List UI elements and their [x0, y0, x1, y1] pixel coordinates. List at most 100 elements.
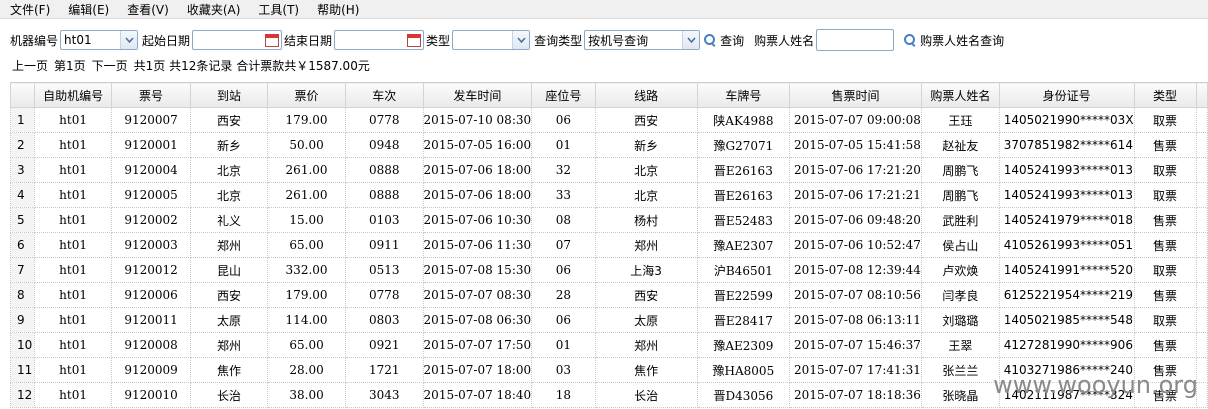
table-cell: 2015-07-07 15:46:37	[789, 332, 922, 358]
table-cell: 武胜利	[920, 207, 1000, 233]
table-cell: 取票	[1133, 182, 1197, 208]
chevron-down-icon[interactable]	[682, 31, 700, 49]
menu-file[interactable]: 文件(F)	[10, 1, 50, 18]
table-row[interactable]: 9 ht01 9120011 太原 114.00 0803 2015-07-08 06:30…	[10, 307, 1208, 333]
table-cell: ht01	[33, 307, 113, 333]
chevron-down-icon[interactable]	[512, 31, 530, 49]
query-type-label: 查询类型	[534, 33, 583, 48]
current-page: 第1页	[54, 59, 86, 73]
table-cell: 0888	[345, 157, 424, 183]
table-header-row: 自助机编号 票号 到站 票价 车次 发车时间 座位号 线路 车牌号 售票时间 购…	[10, 82, 1208, 108]
query-button-label: 查询	[720, 33, 745, 48]
table-cell: 2015-07-10 08:30	[422, 107, 533, 133]
table-row[interactable]: 1 ht01 9120007 西安 179.00 0778 2015-07-10 08:30…	[10, 107, 1208, 133]
table-cell: 取票	[1133, 157, 1197, 183]
table-cell: 售票	[1133, 132, 1197, 158]
column-header[interactable]: 到站	[189, 82, 269, 108]
column-header[interactable]: 购票人姓名	[920, 82, 1000, 108]
table-cell: 28.00	[267, 357, 347, 383]
column-header[interactable]: 票号	[111, 82, 191, 108]
buyer-query-button[interactable]: 购票人姓名查询	[904, 32, 1004, 49]
pager: 上一页 第1页 下一页 共1页 共12条记录 合计票款共￥1587.00元	[12, 57, 376, 74]
table-cell-spacer	[1195, 107, 1208, 133]
table-cell: 4127281990*****906	[998, 332, 1135, 358]
table-cell-spacer	[1195, 282, 1208, 308]
table-row[interactable]: 4 ht01 9120005 北京 261.00 0888 2015-07-06 18:00…	[10, 182, 1208, 208]
table-cell: 1405241993*****013	[998, 157, 1135, 183]
table-cell: 售票	[1133, 332, 1197, 358]
menu-view[interactable]: 查看(V)	[127, 1, 169, 18]
table-cell: ht01	[33, 207, 113, 233]
table-cell-spacer	[1195, 182, 1208, 208]
menu-help[interactable]: 帮助(H)	[317, 1, 359, 18]
table-cell: 2015-07-07 17:41:31	[789, 357, 922, 383]
table-cell: 太原	[189, 307, 269, 333]
query-button[interactable]: 查询	[704, 32, 744, 49]
column-header[interactable]: 自助机编号	[33, 82, 113, 108]
menu-edit[interactable]: 编辑(E)	[68, 1, 109, 18]
table-row[interactable]: 7 ht01 9120012 昆山 332.00 0513 2015-07-08 15:30…	[10, 257, 1208, 283]
table-row[interactable]: 3 ht01 9120004 北京 261.00 0888 2015-07-06 18:00…	[10, 157, 1208, 183]
table-cell: 9120006	[111, 282, 191, 308]
table-cell: 33	[531, 182, 596, 208]
table-cell: 03	[531, 357, 596, 383]
calendar-icon[interactable]	[407, 33, 422, 47]
menu-bar: 文件(F) 编辑(E) 查看(V) 收藏夹(A) 工具(T) 帮助(H)	[0, 0, 1208, 19]
column-header[interactable]: 线路	[594, 82, 698, 108]
table-cell: 售票	[1133, 282, 1197, 308]
type-select[interactable]	[452, 30, 531, 50]
buyer-query-button-label: 购票人姓名查询	[920, 33, 1005, 48]
menu-favorites[interactable]: 收藏夹(A)	[187, 1, 241, 18]
table-cell: 08	[531, 207, 596, 233]
row-number: 12	[10, 382, 35, 408]
column-header[interactable]: 票价	[267, 82, 347, 108]
table-cell: 北京	[594, 182, 698, 208]
column-header[interactable]: 车次	[345, 82, 424, 108]
menu-tools[interactable]: 工具(T)	[258, 1, 299, 18]
column-header[interactable]: 发车时间	[422, 82, 533, 108]
table-cell: 赵祉友	[920, 132, 1000, 158]
column-header[interactable]: 车牌号	[696, 82, 791, 108]
column-header[interactable]: 座位号	[531, 82, 596, 108]
table-cell: 上海3	[594, 257, 698, 283]
next-page-link[interactable]: 下一页	[92, 57, 128, 74]
table-cell: 取票	[1133, 107, 1197, 133]
table-cell: 06	[531, 107, 596, 133]
table-cell: 2015-07-06 10:52:47	[789, 232, 922, 258]
column-header[interactable]: 类型	[1133, 82, 1197, 108]
table-cell: ht01	[33, 357, 113, 383]
table-cell: 50.00	[267, 132, 347, 158]
calendar-icon[interactable]	[265, 33, 280, 47]
table-body: 1 ht01 9120007 西安 179.00 0778 2015-07-10 08:30…	[10, 107, 1208, 408]
table-cell: 张晓晶	[920, 382, 1000, 408]
table-row[interactable]: 5 ht01 9120002 礼义 15.00 0103 2015-07-06 10:30 0…	[10, 207, 1208, 233]
buyer-name-input[interactable]	[816, 29, 895, 51]
table-row[interactable]: 8 ht01 9120006 西安 179.00 0778 2015-07-07 08:30…	[10, 282, 1208, 308]
table-cell: 0778	[345, 282, 424, 308]
table-cell: 西安	[189, 282, 269, 308]
end-date-input[interactable]	[334, 30, 425, 50]
table-cell-spacer	[1195, 307, 1208, 333]
chevron-down-icon[interactable]	[120, 31, 138, 49]
record-summary: 共1页 共12条记录 合计票款共￥1587.00元	[133, 59, 370, 73]
table-row[interactable]: 2 ht01 9120001 新乡 50.00 0948 2015-07-05 16:00 0…	[10, 132, 1208, 158]
column-header[interactable]: 身份证号	[998, 82, 1135, 108]
prev-page-link[interactable]: 上一页	[12, 57, 48, 74]
start-date-input[interactable]	[192, 30, 283, 50]
machine-select[interactable]: ht01	[60, 30, 139, 50]
table-row[interactable]: 6 ht01 9120003 郑州 65.00 0911 2015-07-06 11:30 0…	[10, 232, 1208, 258]
table-cell: 1405241993*****013	[998, 182, 1135, 208]
query-type-select[interactable]: 按机号查询	[584, 30, 701, 50]
table-cell: 2015-07-08 15:30	[422, 257, 533, 283]
table-cell: 王翠	[920, 332, 1000, 358]
search-icon	[704, 34, 716, 46]
table-cell: 新乡	[594, 132, 698, 158]
column-header[interactable]: 售票时间	[789, 82, 922, 108]
table-row[interactable]: 10 ht01 9120008 郑州 65.00 0921 2015-07-07 17:50…	[10, 332, 1208, 358]
watermark: www.wooyun.org	[993, 371, 1198, 399]
table-cell: ht01	[33, 107, 113, 133]
table-cell: 郑州	[189, 332, 269, 358]
table-cell: 261.00	[267, 157, 347, 183]
table-cell: 侯占山	[920, 232, 1000, 258]
table-cell: 沪B46501	[696, 257, 791, 283]
